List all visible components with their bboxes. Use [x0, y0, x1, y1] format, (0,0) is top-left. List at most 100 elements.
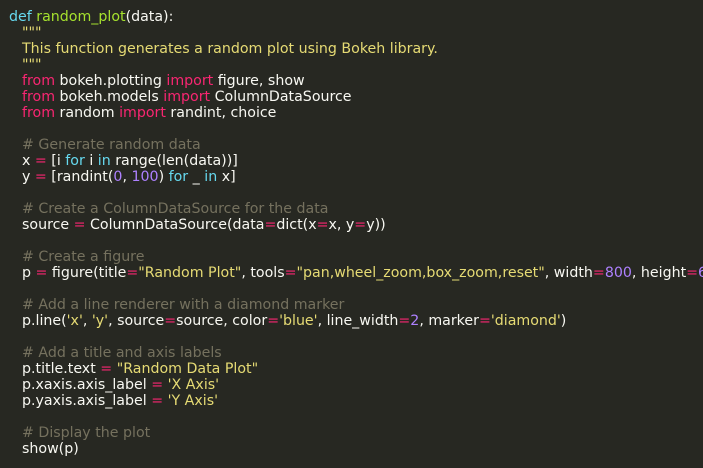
code-token: # Add a line renderer with a diamond mar… [22, 297, 345, 313]
code-line: def random_plot(data): [9, 9, 703, 25]
code-line: p = figure(title="Random Plot", tools="p… [9, 265, 703, 281]
code-token: , marker [419, 313, 479, 329]
code-token: = [164, 313, 177, 329]
code-token: This function generates a random plot us… [22, 41, 438, 57]
code-line: ​ [9, 185, 703, 201]
code-token: 2 [410, 313, 420, 329]
code-token: = [100, 361, 113, 377]
code-token: in [204, 169, 218, 185]
code-line: ​ [9, 281, 703, 297]
code-token: # Create a ColumnDataSource for the data [22, 201, 329, 217]
code-token: = [284, 265, 297, 281]
code-token: _ [188, 169, 205, 185]
code-line: ​ [9, 233, 703, 249]
code-token: = [126, 265, 139, 281]
code-token: source, color [176, 313, 268, 329]
code-token: p.line( [22, 313, 67, 329]
code-line: This function generates a random plot us… [9, 41, 703, 57]
code-token: 'X Axis' [167, 377, 220, 393]
code-token: = [686, 265, 699, 281]
code-token: x, y [328, 217, 355, 233]
code-line: x = [i for i in range(len(data))] [9, 153, 703, 169]
code-token: y [22, 169, 35, 185]
code-line: """ [9, 57, 703, 73]
code-token: = [592, 265, 605, 281]
code-editor[interactable]: def random_plot(data): """ This function g… [0, 0, 703, 468]
code-token: # Display the plot [22, 425, 151, 441]
code-token: 'y' [91, 313, 109, 329]
code-token: , height [631, 265, 687, 281]
code-line: """ [9, 25, 703, 41]
code-token: ColumnDataSource [210, 89, 352, 105]
code-token: , line_width [317, 313, 399, 329]
code-token: show(p) [22, 441, 79, 457]
code-token: 800 [604, 265, 632, 281]
code-token: = [478, 313, 491, 329]
code-token: "Random Data Plot" [116, 361, 259, 377]
code-token: i [84, 153, 98, 169]
code-token: p [22, 265, 36, 281]
code-token: , tools [241, 265, 285, 281]
code-token: figure, show [213, 73, 305, 89]
code-token: from [22, 73, 56, 89]
code-token: 600 [698, 265, 703, 281]
code-token: import [119, 105, 166, 121]
code-line: ​ [9, 409, 703, 425]
code-token: # Generate random data [22, 137, 201, 153]
code-token: in [97, 153, 111, 169]
code-line: from bokeh.models import ColumnDataSourc… [9, 89, 703, 105]
code-token: = [151, 377, 164, 393]
code-token: = [35, 265, 48, 281]
code-token: p.yaxis.axis_label [22, 393, 152, 409]
code-token: from [22, 89, 56, 105]
code-token: """ [22, 25, 42, 41]
code-token: bokeh.models [55, 89, 164, 105]
code-token: random_plot [36, 9, 126, 25]
code-token: source [22, 217, 74, 233]
code-token: = [264, 217, 277, 233]
code-line: y = [randint(0, 100) for _ in x] [9, 169, 703, 185]
code-line: ​ [9, 121, 703, 137]
code-token: import [166, 73, 214, 89]
code-token: for [65, 153, 85, 169]
code-line: p.line('x', 'y', source=source, color='b… [9, 313, 703, 329]
code-token: # Add a title and axis labels [22, 345, 222, 361]
code-token: , [82, 313, 92, 329]
code-line: source = ColumnDataSource(data=dict(x=x,… [9, 217, 703, 233]
code-line: p.xaxis.axis_label = 'X Axis' [9, 377, 703, 393]
code-token: 'diamond' [490, 313, 561, 329]
code-token: = [73, 217, 86, 233]
code-token: 'x' [66, 313, 83, 329]
code-line: ​ [9, 329, 703, 345]
code-token: = [267, 313, 280, 329]
code-token: range(len(data))] [110, 153, 238, 169]
code-token: [randint( [46, 169, 114, 185]
code-token: , source [108, 313, 165, 329]
code-token: figure(title [47, 265, 127, 281]
code-token: "pan,wheel_zoom,box_zoom,reset" [296, 265, 545, 281]
code-token: (data): [125, 9, 174, 25]
code-line: # Generate random data [9, 137, 703, 153]
code-token: = [398, 313, 411, 329]
code-token: , width [544, 265, 593, 281]
code-line: from bokeh.plotting import figure, show [9, 73, 703, 89]
code-line: # Create a ColumnDataSource for the data [9, 201, 703, 217]
code-line: p.yaxis.axis_label = 'Y Axis' [9, 393, 703, 409]
code-token: 100 [131, 169, 159, 185]
code-token: """ [22, 57, 42, 73]
code-token: p.xaxis.axis_label [22, 377, 152, 393]
code-line: # Create a figure [9, 249, 703, 265]
code-token: = [151, 393, 164, 409]
code-token: import [163, 89, 211, 105]
code-token: 'Y Axis' [167, 393, 219, 409]
code-line: # Display the plot [9, 425, 703, 441]
code-token: x] [217, 169, 236, 185]
code-line: p.title.text = "Random Data Plot" [9, 361, 703, 377]
code-token: y)) [366, 217, 386, 233]
code-token: for [168, 169, 189, 185]
code-token: def [9, 9, 37, 25]
code-token: = [354, 217, 367, 233]
code-token: p.title.text [22, 361, 101, 377]
code-token: = [34, 153, 47, 169]
code-token: = [34, 169, 47, 185]
